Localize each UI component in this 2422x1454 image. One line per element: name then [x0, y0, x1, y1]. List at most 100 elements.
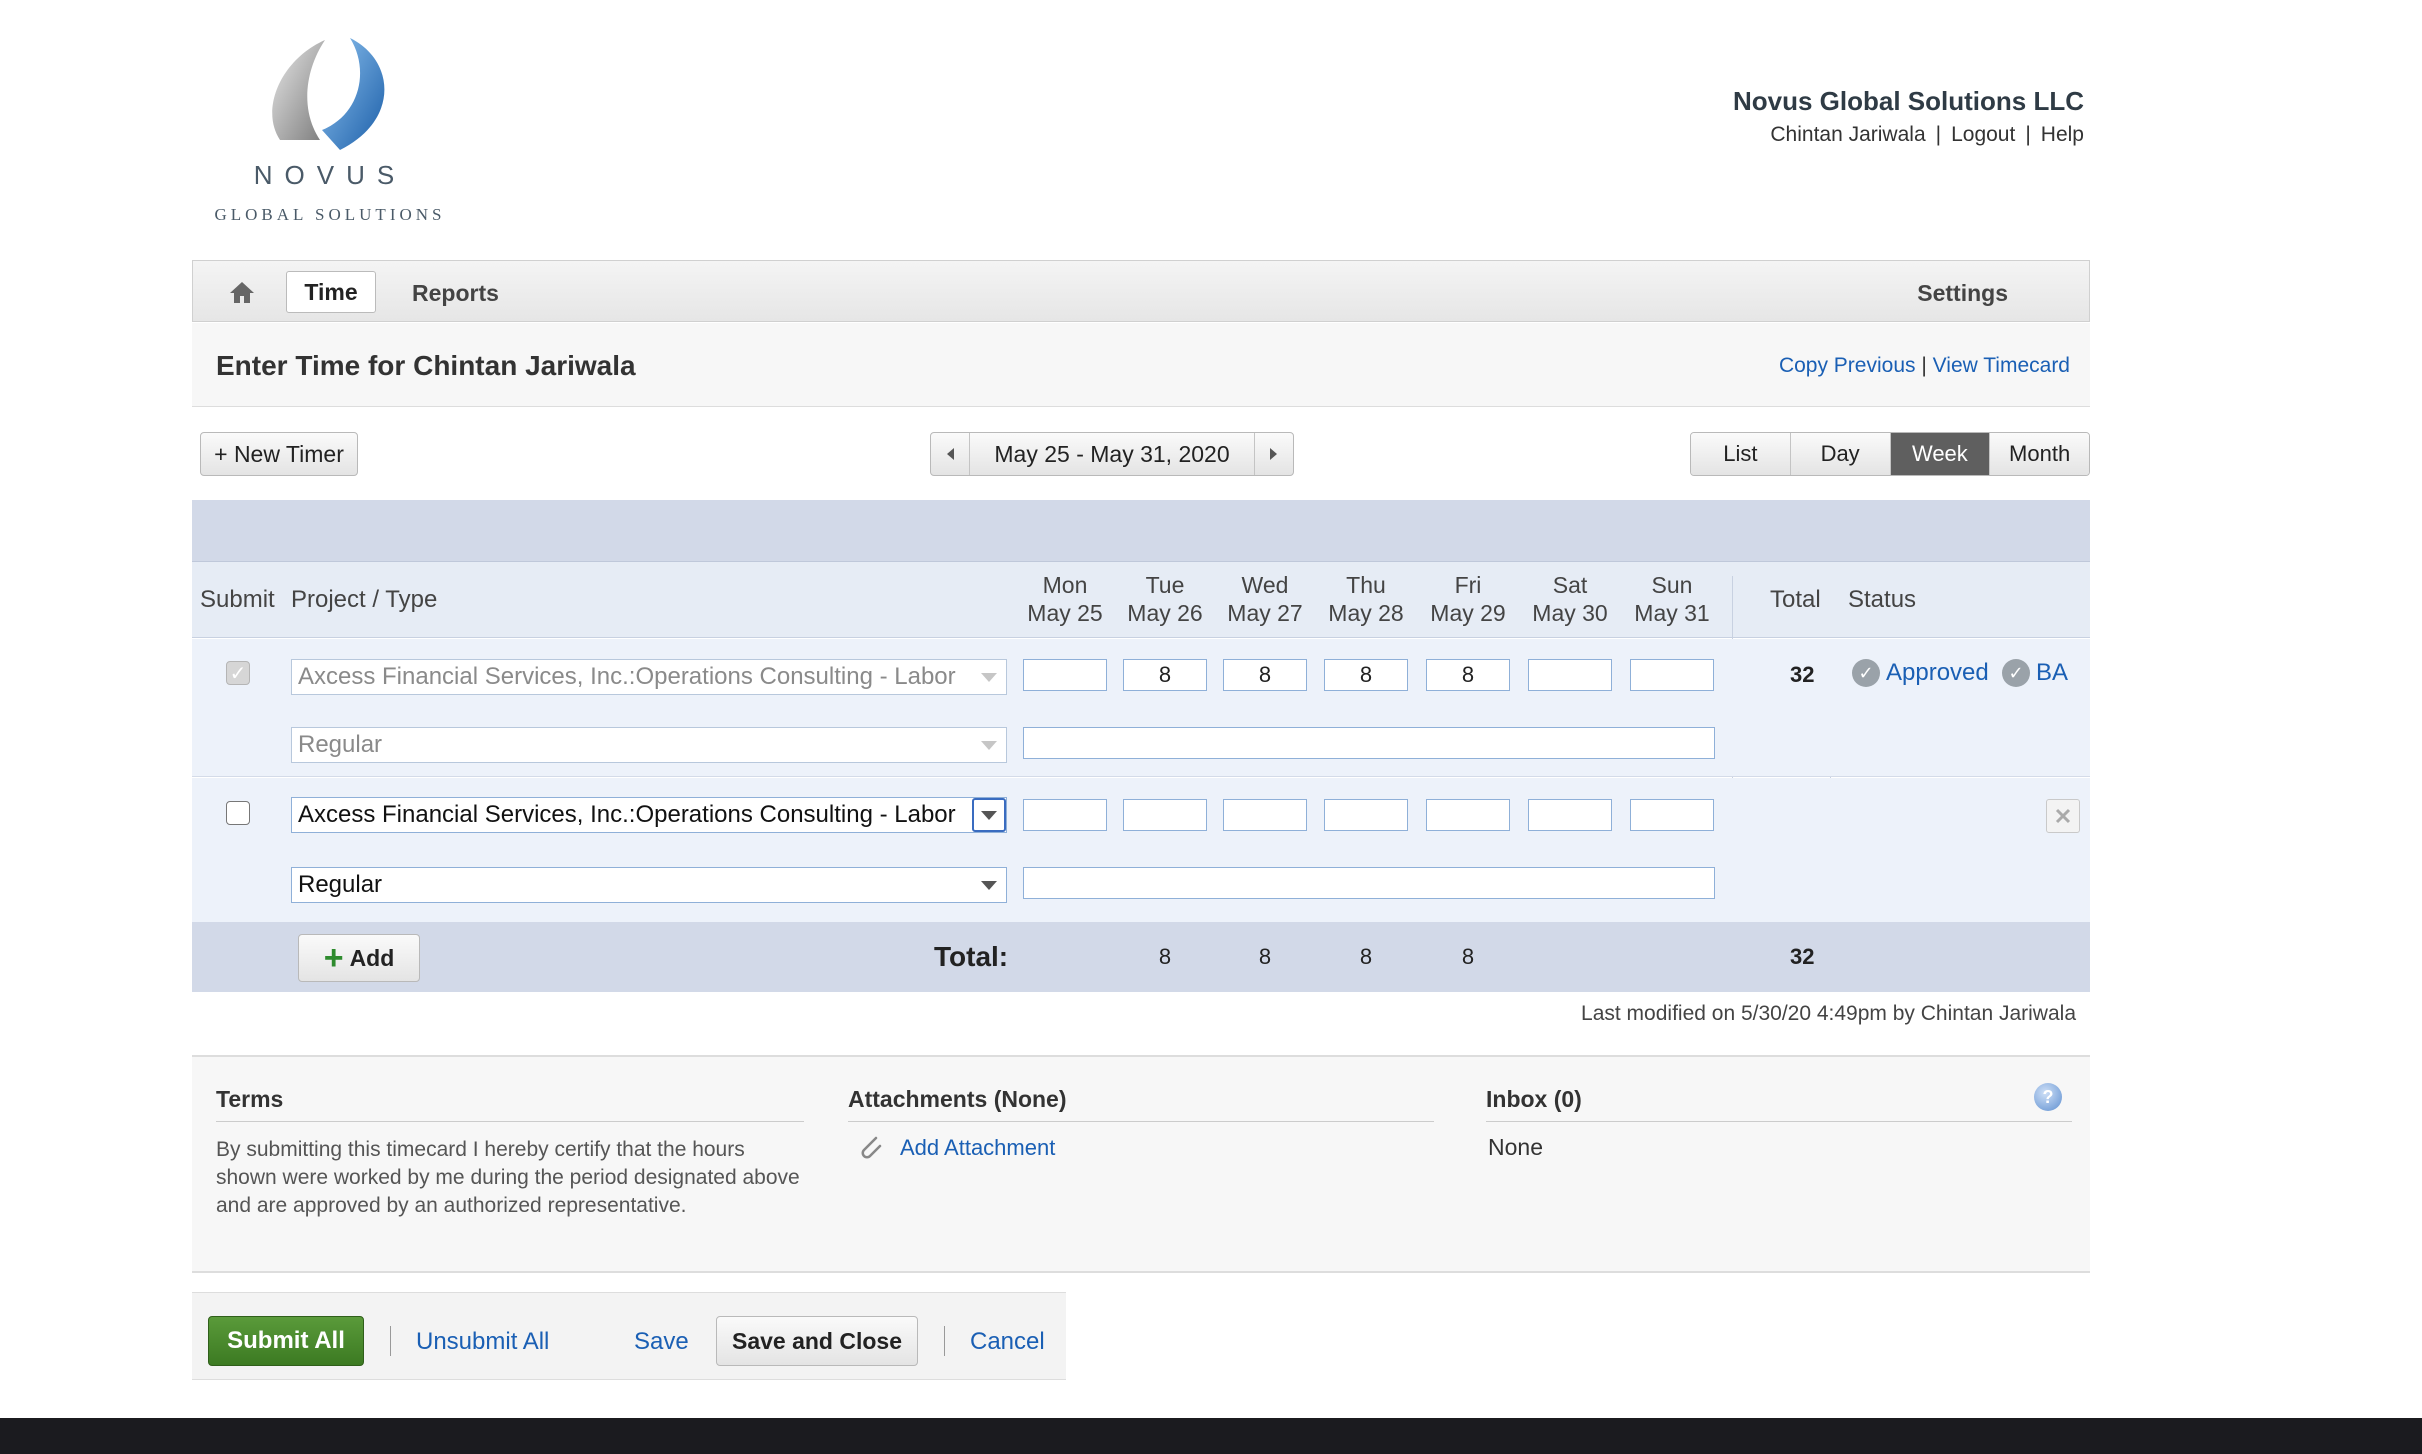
help-icon[interactable]: ?	[2034, 1083, 2062, 1111]
hours-input[interactable]	[1528, 659, 1612, 691]
col-day-header: Mon May 25	[1020, 571, 1110, 627]
unsubmit-all-link[interactable]: Unsubmit All	[416, 1328, 549, 1356]
user-links: Chintan Jariwala | Logout | Help	[1770, 123, 2084, 146]
hours-input[interactable]: 8	[1123, 659, 1207, 691]
hours-input[interactable]: 8	[1223, 659, 1307, 691]
divider	[216, 1121, 804, 1122]
day-name: Sat	[1552, 572, 1588, 598]
cancel-link[interactable]: Cancel	[970, 1328, 1045, 1356]
user-name-link[interactable]: Chintan Jariwala	[1770, 123, 1925, 146]
add-attachment-link[interactable]: Add Attachment	[858, 1134, 1055, 1162]
home-button[interactable]	[224, 274, 260, 310]
inbox-value: None	[1488, 1134, 1543, 1160]
hours-input[interactable]: 8	[1426, 659, 1510, 691]
status-approved[interactable]: ✓ Approved	[1852, 659, 1989, 687]
project-select[interactable]: Axcess Financial Services, Inc.:Operatio…	[291, 659, 1007, 695]
chevron-left-icon	[947, 448, 954, 460]
save-and-close-button[interactable]: Save and Close	[716, 1316, 918, 1366]
hours-input[interactable]	[1630, 659, 1714, 691]
chevron-down-icon[interactable]	[972, 798, 1006, 832]
project-select[interactable]: Axcess Financial Services, Inc.:Operatio…	[291, 797, 1007, 833]
type-select-value: Regular	[298, 871, 383, 898]
hours-input[interactable]	[1426, 799, 1510, 831]
day-name: Mon	[1042, 572, 1088, 598]
type-select[interactable]: Regular	[291, 867, 1007, 903]
home-icon	[230, 282, 254, 303]
project-select-value: Axcess Financial Services, Inc.:Operatio…	[298, 663, 956, 690]
logo-emblem-icon	[272, 38, 385, 150]
col-day-header: Sun May 31	[1627, 571, 1717, 627]
submit-all-button[interactable]: Submit All	[208, 1316, 364, 1366]
add-row-label: Add	[349, 944, 395, 971]
terms-text: By submitting this timecard I hereby cer…	[216, 1138, 800, 1217]
day-name: Thu	[1346, 572, 1386, 598]
hours-input[interactable]	[1023, 799, 1107, 831]
view-week-button[interactable]: Week	[1890, 433, 1991, 475]
status-approved-label[interactable]: Approved	[1886, 659, 1989, 687]
day-name: Fri	[1454, 572, 1482, 598]
help-link[interactable]: Help	[2041, 123, 2084, 146]
type-select[interactable]: Regular	[291, 727, 1007, 763]
row-submit-checkbox[interactable]	[226, 801, 250, 825]
inbox-title: Inbox (0)	[1486, 1086, 1582, 1112]
prev-week-button[interactable]	[931, 433, 970, 475]
link-separator: |	[1921, 354, 1927, 377]
company-logo	[210, 30, 450, 230]
page-title: Enter Time for Chintan Jariwala	[216, 350, 636, 382]
add-attachment-label[interactable]: Add Attachment	[900, 1135, 1055, 1161]
col-status-header: Status	[1848, 586, 1917, 613]
view-timecard-link[interactable]: View Timecard	[1933, 354, 2070, 377]
date-range-label: May 25 - May 31, 2020	[994, 440, 1230, 467]
tab-time[interactable]: Time	[286, 271, 376, 313]
copy-previous-link[interactable]: Copy Previous	[1779, 354, 1916, 377]
col-total-header: Total	[1770, 586, 1821, 613]
chevron-down-icon	[972, 728, 1006, 762]
hours-input[interactable]	[1324, 799, 1408, 831]
view-list-button[interactable]: List	[1691, 433, 1791, 475]
view-month-button[interactable]: Month	[1990, 433, 2089, 475]
day-date: May 26	[1127, 600, 1203, 626]
close-icon	[2055, 808, 2071, 824]
company-name: Novus Global Solutions LLC	[1733, 86, 2084, 116]
total-label: Total:	[934, 941, 1009, 972]
tab-reports[interactable]: Reports	[412, 280, 499, 307]
notes-input[interactable]	[1023, 727, 1715, 759]
grid-top-band	[192, 500, 2090, 562]
page-title-name: Chintan Jariwala	[413, 350, 636, 381]
hours-input[interactable]	[1023, 659, 1107, 691]
new-timer-button[interactable]: + New Timer	[200, 432, 358, 476]
day-date: May 31	[1634, 600, 1710, 626]
row-total: 32	[1790, 662, 1815, 687]
row-submit-checkbox[interactable]: ✓	[226, 661, 250, 685]
hours-input[interactable]: 8	[1324, 659, 1408, 691]
next-week-button[interactable]	[1254, 433, 1293, 475]
last-modified-text: Last modified on 5/30/20 4:49pm by Chint…	[1581, 1002, 2076, 1025]
hours-input[interactable]	[1223, 799, 1307, 831]
tab-settings[interactable]: Settings	[1917, 280, 2008, 307]
grand-total: 32	[1790, 944, 1815, 969]
day-date: May 25	[1027, 600, 1103, 626]
add-row-button[interactable]: + Add	[298, 934, 420, 982]
hours-input[interactable]	[1123, 799, 1207, 831]
logo-tagline: GLOBAL SOLUTIONS	[214, 205, 446, 224]
col-project-header: Project / Type	[291, 586, 438, 613]
delete-row-button[interactable]	[2046, 799, 2080, 833]
plus-icon: +	[323, 939, 344, 977]
col-submit-header: Submit	[200, 586, 275, 613]
day-date: May 29	[1430, 600, 1506, 626]
notes-input[interactable]	[1023, 867, 1715, 899]
day-total: 8	[1359, 944, 1373, 969]
status-approver[interactable]: ✓ BA	[2002, 659, 2068, 687]
view-day-button[interactable]: Day	[1790, 433, 1891, 475]
status-approver-label[interactable]: BA	[2036, 659, 2068, 687]
chevron-down-icon	[972, 660, 1006, 694]
logout-link[interactable]: Logout	[1951, 123, 2015, 146]
terms-title: Terms	[216, 1086, 284, 1112]
hours-input[interactable]	[1630, 799, 1714, 831]
hours-input[interactable]	[1528, 799, 1612, 831]
type-select-value: Regular	[298, 731, 383, 758]
col-day-header: Fri May 29	[1423, 571, 1513, 627]
save-link[interactable]: Save	[634, 1328, 689, 1356]
col-day-header: Sat May 30	[1525, 571, 1615, 627]
os-dock	[0, 1418, 2422, 1454]
